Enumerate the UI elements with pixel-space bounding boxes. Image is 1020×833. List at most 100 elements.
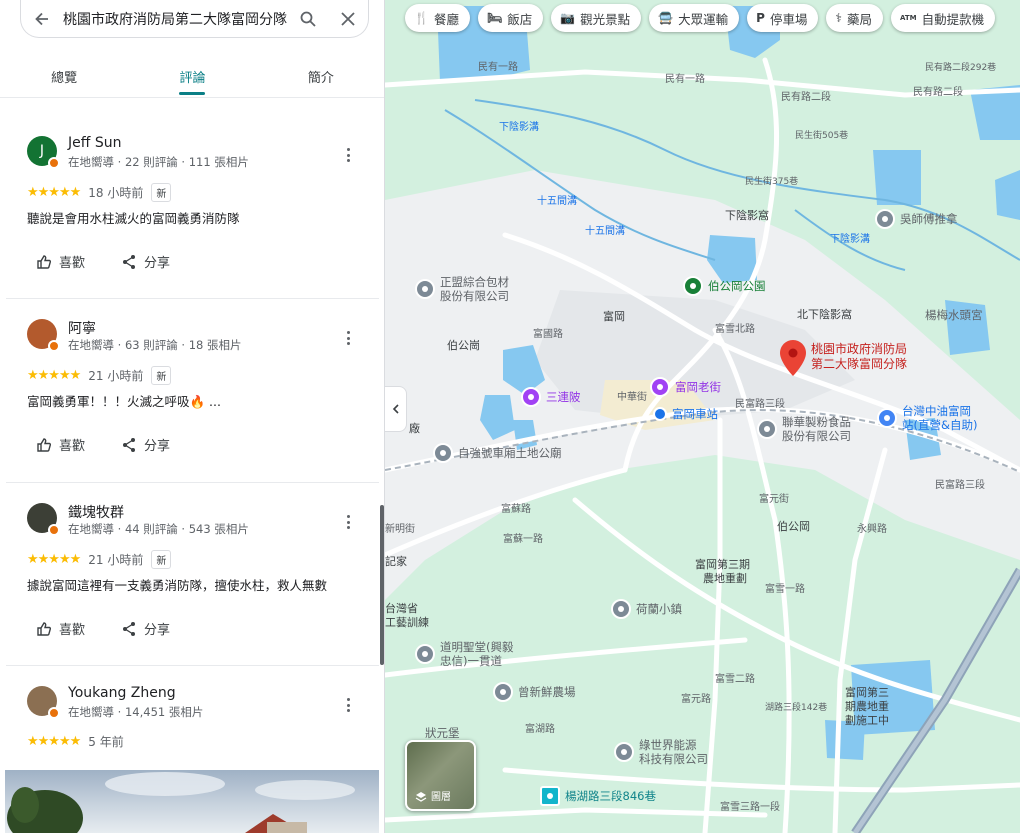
parking-icon: P bbox=[756, 11, 765, 25]
collapse-panel-button[interactable] bbox=[385, 386, 407, 432]
chip-transit[interactable]: 🚍 大眾運輸 bbox=[649, 4, 740, 32]
chip-hotels[interactable]: 🛏 飯店 bbox=[477, 4, 544, 32]
search-input[interactable] bbox=[63, 10, 288, 27]
place-tabs: 總覽 評論 簡介 bbox=[0, 50, 384, 98]
rating-row: ★★★★★ 21 小時前 新 bbox=[27, 366, 172, 385]
rating-row: ★★★★★ 5 年前 bbox=[27, 733, 124, 750]
map-water-label: 下陰影溝 bbox=[830, 234, 870, 245]
review-text[interactable]: 富岡義勇軍！！！火滅之呼吸🔥 ... bbox=[27, 391, 221, 410]
tab-reviews[interactable]: 評論 bbox=[128, 50, 256, 97]
chip-label: 停車場 bbox=[769, 11, 808, 27]
layers-label: 圖層 bbox=[431, 792, 451, 803]
review-card: 鐵塊牧群 在地嚮導 · 44 則評論 · 543 張相片 ★★★★★ 21 小時… bbox=[6, 483, 379, 666]
poi-marker[interactable]: 楊湖路三段846巷 bbox=[540, 786, 656, 806]
poi-label: 富岡車站 bbox=[672, 407, 718, 421]
avatar[interactable] bbox=[27, 319, 60, 352]
poi-label: 三連陂 bbox=[546, 390, 581, 404]
poi-marker[interactable]: 三連陂 bbox=[521, 387, 581, 407]
poi-marker[interactable]: 曾新鮮農場 bbox=[493, 682, 576, 702]
layers-button[interactable]: 圖層 bbox=[405, 740, 476, 811]
like-button[interactable]: 喜歡 bbox=[36, 252, 85, 271]
close-icon bbox=[341, 11, 355, 26]
farm-icon bbox=[493, 682, 513, 702]
selected-place-name-line: 第二大隊富岡分隊 bbox=[811, 357, 908, 371]
avatar[interactable] bbox=[27, 686, 60, 719]
tab-about[interactable]: 簡介 bbox=[257, 50, 384, 97]
back-button[interactable] bbox=[21, 0, 63, 38]
poi-marker[interactable]: 道明聖堂(興毅 忠信)一貫道 bbox=[415, 640, 514, 668]
chip-pharmacy[interactable]: ⚕ 藥局 bbox=[826, 4, 883, 32]
poi-label: 台灣中油富岡 bbox=[902, 404, 971, 418]
map-street-label: 富湖路 bbox=[525, 724, 555, 735]
reviewer-name[interactable]: 鐵塊牧群 bbox=[68, 502, 124, 522]
arrow-left-icon bbox=[35, 12, 48, 25]
search-bar bbox=[20, 0, 369, 38]
map-canvas[interactable]: 民有一路 民有一路 民有路二段 民有路二段 民有路二段292巷 民生街505巷 … bbox=[385, 0, 1020, 833]
temple-icon bbox=[433, 443, 453, 463]
chip-attractions[interactable]: 📷 觀光景點 bbox=[551, 4, 642, 32]
poi-marker[interactable]: 荷蘭小鎮 bbox=[611, 599, 682, 619]
poi-marker[interactable]: 聯華製粉食品 股份有限公司 bbox=[757, 415, 851, 443]
map-street-label: 民富路三段 bbox=[735, 399, 785, 410]
poi-marker[interactable]: 自強號車廂土地公廟 bbox=[433, 443, 562, 463]
factory-icon bbox=[757, 419, 777, 439]
poi-marker[interactable]: 綠世界能源 科技有限公司 bbox=[614, 738, 708, 766]
search-icon bbox=[300, 11, 316, 27]
attraction-icon bbox=[521, 387, 541, 407]
reviewer-name[interactable]: Youkang Zheng bbox=[68, 685, 176, 701]
local-guide-badge-icon bbox=[48, 524, 60, 536]
poi-label: 科技有限公司 bbox=[639, 752, 708, 766]
share-button[interactable]: 分享 bbox=[121, 435, 170, 454]
more-options-icon[interactable] bbox=[343, 329, 353, 347]
share-button[interactable]: 分享 bbox=[121, 619, 170, 638]
poi-marker[interactable]: 伯公岡公園 bbox=[683, 276, 766, 296]
review-card: 阿寧 在地嚮導 · 63 則評論 · 18 張相片 ★★★★★ 21 小時前 新… bbox=[6, 299, 379, 483]
more-options-icon[interactable] bbox=[343, 513, 353, 531]
rating-row: ★★★★★ 18 小時前 新 bbox=[27, 183, 172, 202]
selected-place-pin-icon[interactable] bbox=[780, 340, 806, 376]
map-area-label: 劃施工中 bbox=[845, 714, 889, 727]
share-button[interactable]: 分享 bbox=[121, 252, 170, 271]
poi-label: 忠信)一貫道 bbox=[440, 654, 502, 668]
review-photo[interactable] bbox=[5, 770, 379, 833]
like-button[interactable]: 喜歡 bbox=[36, 435, 85, 454]
poi-marker[interactable]: 台灣中油富岡 站(直營&自助) bbox=[877, 404, 977, 432]
poi-marker[interactable]: 富岡車站 bbox=[653, 407, 718, 421]
selected-place-label[interactable]: 桃園市政府消防局 第二大隊富岡分隊 bbox=[811, 342, 907, 372]
chip-restaurants[interactable]: 🍴 餐廳 bbox=[405, 4, 470, 32]
panel-scrollbar[interactable] bbox=[380, 505, 384, 665]
avatar[interactable] bbox=[27, 503, 60, 536]
chip-parking[interactable]: P 停車場 bbox=[747, 4, 819, 32]
reviewer-name[interactable]: Jeff Sun bbox=[68, 135, 121, 151]
reviewer-name[interactable]: 阿寧 bbox=[68, 318, 96, 338]
avatar[interactable]: J bbox=[27, 136, 60, 169]
poi-marker[interactable]: 狀元堡 bbox=[425, 726, 460, 740]
map-street-label: 民有一路 bbox=[665, 74, 705, 85]
like-button[interactable]: 喜歡 bbox=[36, 619, 85, 638]
building-icon bbox=[875, 209, 895, 229]
layers-icon bbox=[415, 792, 427, 802]
map-street-label: 民有路二段 bbox=[913, 87, 963, 98]
close-button[interactable] bbox=[328, 0, 368, 38]
poi-label: 狀元堡 bbox=[425, 726, 460, 740]
tab-overview[interactable]: 總覽 bbox=[0, 50, 128, 97]
poi-marker[interactable]: 吳師傅推拿 bbox=[875, 209, 958, 229]
map-street-label: 富雪北路 bbox=[715, 324, 755, 335]
temple-icon bbox=[415, 644, 435, 664]
search-button[interactable] bbox=[288, 0, 328, 38]
map-water-label: 十五間溝 bbox=[537, 196, 577, 207]
map-area-label: 農地重劃 bbox=[703, 572, 747, 585]
poi-marker[interactable]: 富岡老街 bbox=[650, 377, 721, 397]
chip-atm[interactable]: ATM 自動提款機 bbox=[890, 4, 996, 32]
bookmark-icon bbox=[540, 786, 560, 806]
more-options-icon[interactable] bbox=[343, 146, 353, 164]
more-options-icon[interactable] bbox=[343, 696, 353, 714]
review-time: 5 年前 bbox=[88, 735, 124, 749]
poi-marker[interactable]: 正盟綜合包材 股份有限公司 bbox=[415, 275, 509, 303]
map-street-label: 民有路二段292巷 bbox=[925, 63, 997, 73]
chevron-left-icon bbox=[392, 404, 399, 414]
pharmacy-icon: ⚕ bbox=[835, 11, 842, 25]
restaurant-icon: 🍴 bbox=[414, 11, 429, 25]
star-rating: ★★★★★ bbox=[27, 368, 81, 383]
poi-marker[interactable]: 楊梅水頭宮 bbox=[925, 308, 983, 322]
